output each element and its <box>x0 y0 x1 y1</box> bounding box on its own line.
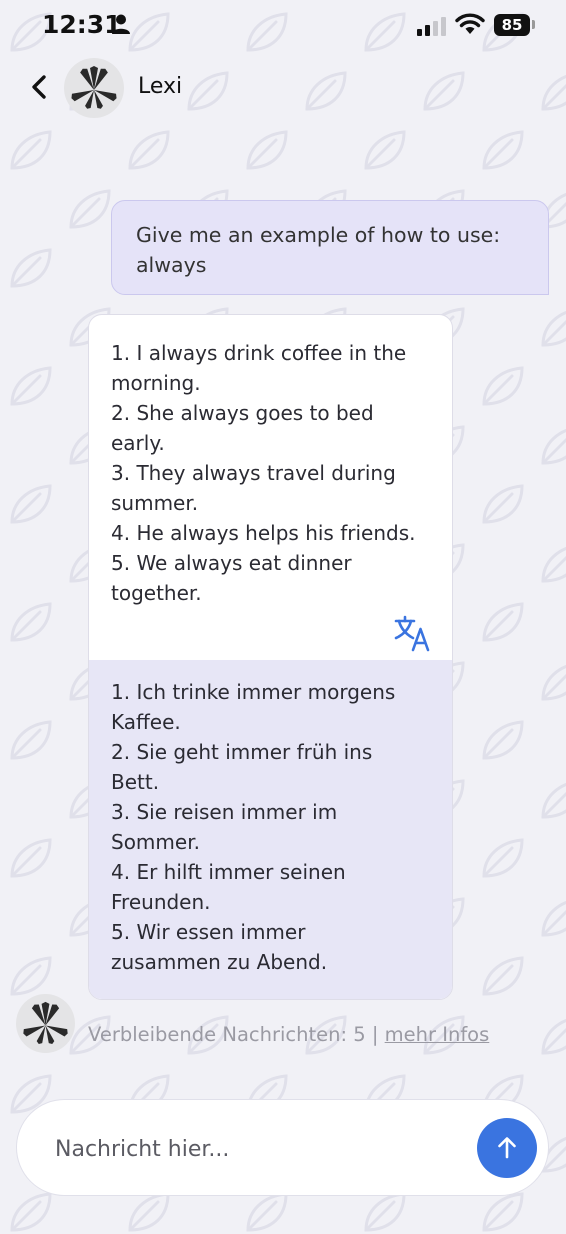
translation-line: Freunden. <box>111 890 211 914</box>
translation-line: Kaffee. <box>111 710 181 734</box>
translation-line: 1. Ich trinke immer morgens <box>111 680 396 704</box>
arrow-up-icon <box>498 1137 516 1159</box>
contact-name: Lexi <box>138 74 183 99</box>
translation-line: Sommer. <box>111 830 200 854</box>
user-message-line: always <box>136 253 207 277</box>
status-bar: 12:31 85 <box>0 0 566 52</box>
translation-section: 1. Ich trinke immer morgens Kaffee. 2. S… <box>89 660 452 999</box>
back-chevron-icon[interactable] <box>26 72 54 102</box>
translation-line: 3. Sie reisen immer im <box>111 800 338 824</box>
status-time: 12:31 <box>42 10 122 39</box>
bot-message-line: 4. He always helps his friends. <box>111 521 416 545</box>
wifi-icon <box>455 13 485 34</box>
translation-line: 2. Sie geht immer früh ins <box>111 740 373 764</box>
bot-message-line: summer. <box>111 491 199 515</box>
person-icon <box>112 14 130 34</box>
battery-icon: 85 <box>494 14 530 36</box>
remaining-messages: Verbleibende Nachrichten: 5 | mehr Infos <box>88 1023 489 1046</box>
bot-message-bubble: 1. I always drink coffee in the morning.… <box>88 314 453 1000</box>
more-info-link[interactable]: mehr Infos <box>385 1023 490 1046</box>
bot-message-line: morning. <box>111 371 201 395</box>
bot-message-line: early. <box>111 431 165 455</box>
translate-icon[interactable] <box>393 613 433 653</box>
bot-avatar <box>16 994 75 1053</box>
battery-tip <box>532 20 535 29</box>
translation-line: 5. Wir essen immer <box>111 920 306 944</box>
flower-logo-icon <box>23 1001 68 1044</box>
translation-line: zusammen zu Abend. <box>111 950 328 974</box>
send-button[interactable] <box>477 1118 537 1178</box>
bot-message-line: 2. She always goes to bed <box>111 401 374 425</box>
bot-message-line: together. <box>111 581 202 605</box>
user-message-bubble: Give me an example of how to use: always <box>111 200 549 295</box>
translation-line: 4. Er hilft immer seinen <box>111 860 346 884</box>
remaining-messages-text: Verbleibende Nachrichten: 5 | <box>88 1023 385 1046</box>
bot-message-text: 1. I always drink coffee in the morning.… <box>111 338 441 608</box>
user-message-line: Give me an example of how to use: <box>136 223 501 247</box>
bot-message-line: 5. We always eat dinner <box>111 551 352 575</box>
flower-logo-icon <box>71 66 117 109</box>
translation-text: 1. Ich trinke immer morgens Kaffee. 2. S… <box>111 677 441 977</box>
signal-icon <box>417 17 446 36</box>
bot-message-line: 1. I always drink coffee in the <box>111 341 407 365</box>
avatar[interactable] <box>64 58 124 118</box>
message-input[interactable] <box>53 1128 457 1170</box>
message-composer <box>16 1099 549 1196</box>
chat-header: Lexi <box>0 56 566 120</box>
translation-line: Bett. <box>111 770 160 794</box>
bot-message-line: 3. They always travel during <box>111 461 396 485</box>
